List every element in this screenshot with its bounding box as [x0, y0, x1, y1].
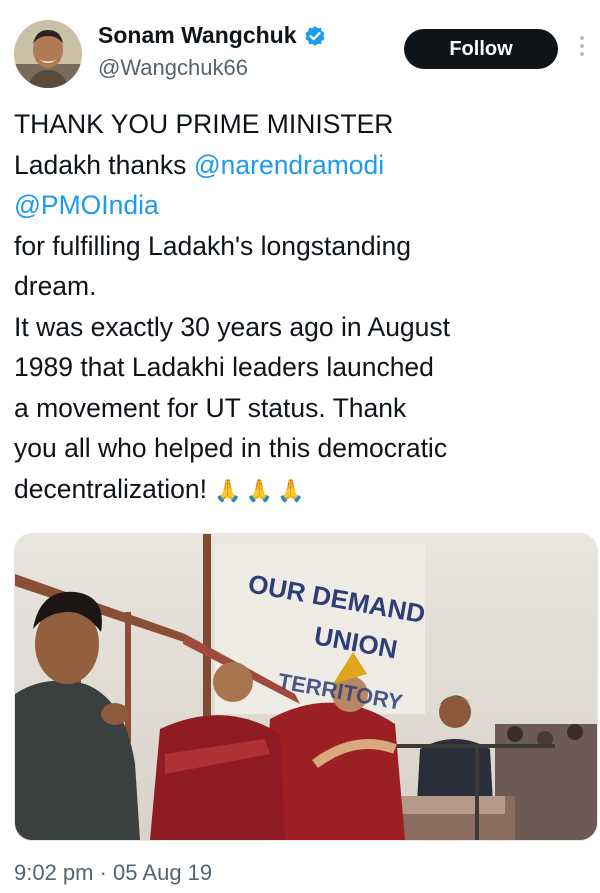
tweet-line: for fulfilling Ladakh's longstanding	[14, 230, 411, 261]
more-vertical-icon[interactable]	[578, 36, 586, 62]
mention-link[interactable]: @PMOIndia	[14, 185, 586, 226]
tweet-header: Sonam Wangchuk @Wangchuk66 Follow	[0, 0, 600, 100]
tweet-line: Ladakh thanks @narendramodi	[14, 145, 586, 186]
tweet-timestamp[interactable]: 9:02 pm · 05 Aug 19	[14, 860, 212, 886]
tweet-line: 1989 that Ladakhi leaders launched	[14, 352, 434, 382]
tweet-line-end: decentralization!	[14, 473, 207, 504]
tweet-media-photo[interactable]: OUR DEMAND UNION TERRITORY	[14, 533, 598, 841]
verified-badge-icon	[304, 25, 325, 46]
tweet-line: dream.	[14, 271, 97, 301]
tweet-line: THANK YOU PRIME MINISTER	[14, 109, 394, 139]
name-row: Sonam Wangchuk	[98, 22, 326, 49]
display-name[interactable]: Sonam Wangchuk	[98, 22, 297, 49]
tweet-line: decentralization! 🙏🙏🙏	[14, 469, 586, 512]
tweet-line: It was exactly 30 years ago in August	[14, 311, 451, 342]
tweet-line: you all who helped in this democratic	[14, 433, 448, 463]
tweet-text: THANK YOU PRIME MINISTER Ladakh thanks @…	[14, 104, 586, 511]
tweet-line-prefix: Ladakh thanks	[14, 149, 194, 180]
tweet-line: a movement for UT status. Thank	[14, 392, 407, 423]
follow-button[interactable]: Follow	[404, 29, 558, 69]
avatar[interactable]	[14, 20, 82, 88]
folded-hands-emoji: 🙏🙏🙏	[214, 477, 309, 503]
mention-link[interactable]: @narendramodi	[194, 150, 384, 180]
user-handle[interactable]: @Wangchuk66	[98, 55, 248, 81]
